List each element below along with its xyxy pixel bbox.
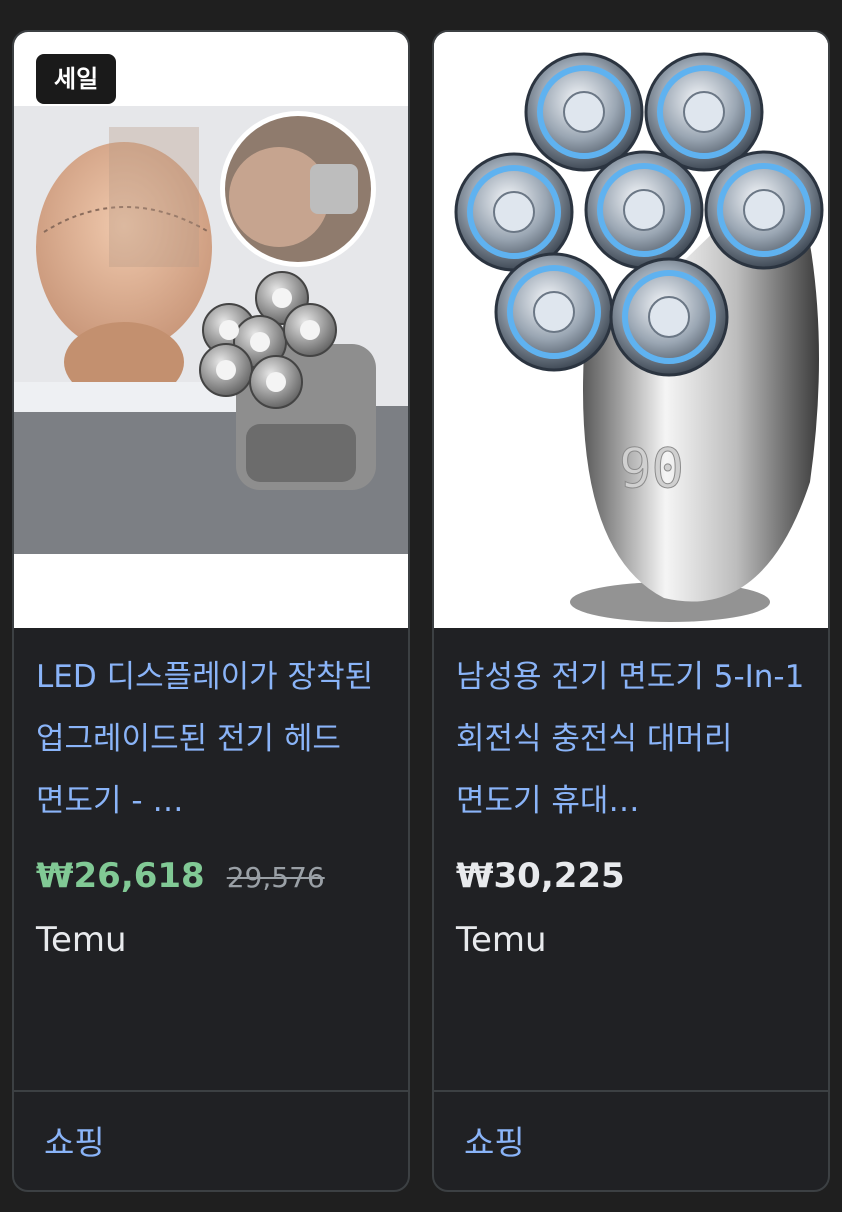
product-card[interactable]: 90 남성용 전기 면도기 5-In-1 회전식 충전식 대머리 면도기 휴대…… — [432, 30, 830, 1192]
product-image[interactable]: 90 — [434, 32, 828, 628]
product-image[interactable] — [14, 32, 408, 628]
product-image-shaver-head-collage — [14, 106, 408, 554]
price: ₩30,225 — [456, 856, 625, 896]
display-digits: 90 — [619, 437, 684, 500]
price-row: ₩26,618 29,576 — [36, 856, 325, 900]
merchant-name: Temu — [36, 920, 127, 960]
divider — [434, 1090, 828, 1092]
price-row: ₩30,225 — [456, 856, 625, 900]
product-title[interactable]: LED 디스플레이가 장착된 업그레이드된 전기 헤드 면도기 - … — [36, 646, 390, 832]
product-title[interactable]: 남성용 전기 면도기 5-In-1 회전식 충전식 대머리 면도기 휴대… — [456, 646, 810, 832]
merchant-name: Temu — [456, 920, 547, 960]
sale-price: ₩26,618 — [36, 856, 205, 896]
product-card[interactable]: 세일 LED 디스플레이가 장착된 업그레이드된 전기 헤드 면도기 - … ₩… — [12, 30, 410, 1192]
original-price: 29,576 — [226, 861, 325, 894]
sale-badge: 세일 — [36, 54, 117, 104]
shopping-link[interactable]: 쇼핑 — [44, 1116, 105, 1164]
product-image-shaver: 90 — [434, 32, 828, 628]
shopping-link[interactable]: 쇼핑 — [464, 1116, 525, 1164]
divider — [14, 1090, 408, 1092]
